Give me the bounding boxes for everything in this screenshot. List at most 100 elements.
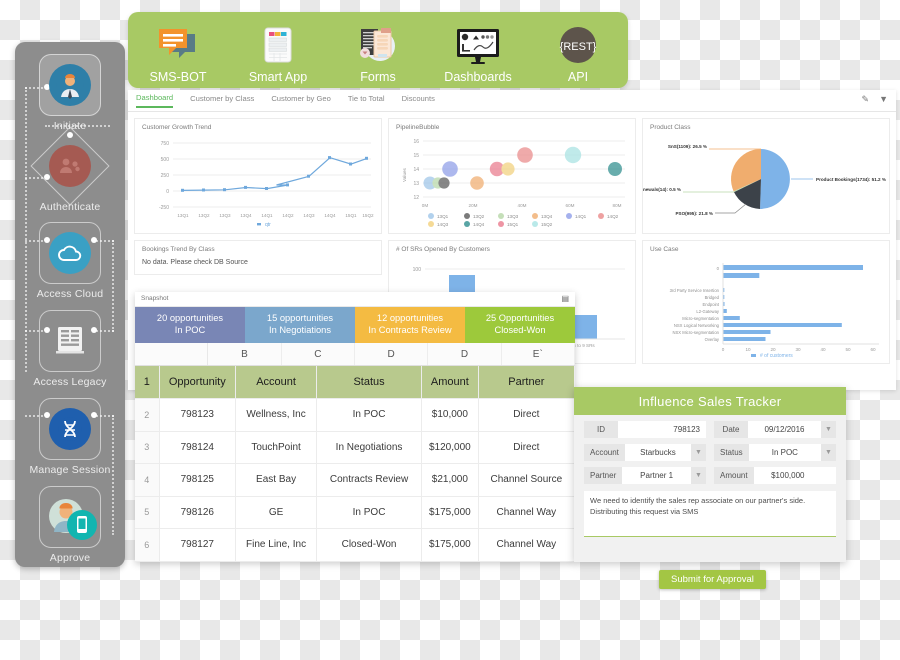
sidebar-item-authenticate[interactable]: Authenticate <box>15 126 125 215</box>
cell-status[interactable]: In POC <box>316 496 423 529</box>
cell-partner[interactable]: Direct <box>478 398 576 432</box>
tab-tie-to-total[interactable]: Tie to Total <box>348 94 385 107</box>
sidebar-item-access-cloud[interactable]: Access Cloud <box>15 222 125 302</box>
cell-status[interactable]: In POC <box>316 398 423 432</box>
nav-item-dashboards[interactable]: Dashboards <box>432 24 524 84</box>
cell-status[interactable]: In Negotiations <box>316 431 423 464</box>
nav-item-label: Smart App <box>248 70 308 84</box>
status-chip-state: In Negotiations <box>268 325 332 335</box>
amount-value[interactable]: $100,000 <box>753 467 822 484</box>
cell-amount[interactable]: $21,000 <box>421 463 479 497</box>
column-letter-d2[interactable]: D <box>428 343 502 365</box>
nav-item-sms-bot[interactable]: SMS-BOT <box>132 24 224 84</box>
svg-text:15Q2: 15Q2 <box>541 222 553 227</box>
cell-account[interactable]: GE <box>235 496 317 529</box>
id-value[interactable]: 798123 <box>618 421 706 438</box>
cell-opportunity[interactable]: 798123 <box>159 398 237 432</box>
cell-amount[interactable]: $10,000 <box>421 398 479 432</box>
filter-icon[interactable]: ▼ <box>879 94 888 105</box>
authenticate-frame <box>30 126 110 206</box>
table-row[interactable]: 3 798124 TouchPoint In Negotiations $120… <box>135 431 576 464</box>
chevron-down-icon[interactable]: ▼ <box>821 444 836 461</box>
export-icon[interactable]: ▤ <box>561 294 569 303</box>
snapshot-title: Snapshot <box>141 295 169 302</box>
svg-text:SnS(1109): 26.5 %: SnS(1109): 26.5 % <box>668 144 707 149</box>
date-value[interactable]: 09/12/2016 <box>748 421 821 438</box>
svg-text:15Q1: 15Q1 <box>345 213 357 218</box>
svg-text:qtr: qtr <box>265 222 271 228</box>
column-letter-c[interactable]: C <box>282 343 355 365</box>
sidebar-item-label: Approve <box>49 552 91 564</box>
cell-account[interactable]: East Bay <box>235 463 317 497</box>
field-account[interactable]: Account Starbucks ▼ <box>584 444 706 461</box>
header-partner: Partner <box>478 366 576 399</box>
users-key-icon <box>49 145 91 187</box>
cell-amount[interactable]: $120,000 <box>421 431 479 464</box>
tab-dashboard[interactable]: Dashboard <box>136 93 174 108</box>
status-chip-in-negotiations[interactable]: 15 opportunities In Negotiations <box>245 307 355 343</box>
svg-text:15Q1: 15Q1 <box>507 222 519 227</box>
sidebar-item-initiate[interactable]: Initiate <box>15 54 125 134</box>
dna-session-icon <box>49 408 91 450</box>
cell-status[interactable]: Closed-Won <box>316 528 423 562</box>
tab-discounts[interactable]: Discounts <box>402 94 435 107</box>
cell-partner[interactable]: Direct <box>478 431 576 464</box>
chevron-down-icon[interactable]: ▼ <box>691 467 706 484</box>
status-chip-count: 20 opportunities <box>156 313 224 324</box>
tab-customer-by-geo[interactable]: Customer by Geo <box>271 94 331 107</box>
column-letter-b[interactable]: B <box>208 343 282 365</box>
field-date[interactable]: Date 09/12/2016 ▼ <box>714 421 836 438</box>
svg-text:Overlay: Overlay <box>705 337 720 342</box>
sidebar-item-access-legacy[interactable]: Access Legacy <box>15 310 125 390</box>
nav-item-api[interactable]: {REST} API <box>532 24 624 84</box>
cell-account[interactable]: Fine Line, Inc <box>235 528 317 562</box>
table-row[interactable]: 2 798123 Wellness, Inc In POC $10,000 Di… <box>135 398 576 432</box>
table-row[interactable]: 5 798126 GE In POC $175,000 Channel Way <box>135 496 576 529</box>
sidebar-item-approve[interactable]: Approve <box>15 486 125 566</box>
cell-partner[interactable]: Channel Source <box>478 463 576 497</box>
cell-opportunity[interactable]: 798127 <box>159 528 237 562</box>
status-chip-in-contracts-review[interactable]: 12 opportunities In Contracts Review <box>355 307 465 343</box>
column-letter-d1[interactable]: D <box>355 343 429 365</box>
cell-account[interactable]: TouchPoint <box>235 431 317 464</box>
tab-customer-by-class[interactable]: Customer by Class <box>190 94 254 107</box>
chart-pipeline-bubble: PipelineBubble 16 15 14 13 12 Values 0M … <box>388 118 636 234</box>
cell-account[interactable]: Wellness, Inc <box>235 398 317 432</box>
field-partner[interactable]: Partner Partner 1 ▼ <box>584 467 706 484</box>
nav-item-label: SMS-BOT <box>149 70 207 84</box>
cell-amount[interactable]: $175,000 <box>421 528 479 562</box>
status-chip-in-poc[interactable]: 20 opportunities In POC <box>135 307 245 343</box>
status-chip-closed-won[interactable]: 25 Opportunities Closed-Won <box>465 307 575 343</box>
header-opportunity: Opportunity <box>159 366 237 399</box>
edit-pencil-icon[interactable]: ✎ <box>862 94 870 105</box>
cell-partner[interactable]: Channel Way <box>478 496 576 529</box>
cell-amount[interactable]: $175,000 <box>421 496 479 529</box>
field-amount[interactable]: Amount $100,000 <box>714 467 836 484</box>
cell-status[interactable]: Contracts Review <box>316 463 423 497</box>
table-row[interactable]: 6 798127 Fine Line, Inc Closed-Won $175,… <box>135 528 576 562</box>
cell-partner[interactable]: Channel Way <box>478 528 576 562</box>
field-status[interactable]: Status In POC ▼ <box>714 444 836 461</box>
chart-title: Use Case <box>650 246 679 253</box>
table-row[interactable]: 4 798125 East Bay Contracts Review $21,0… <box>135 463 576 497</box>
chevron-down-icon[interactable]: ▼ <box>821 421 836 438</box>
account-value[interactable]: Starbucks <box>624 444 691 461</box>
submit-for-approval-button[interactable]: Submit for Approval <box>659 570 766 589</box>
svg-text:14Q4: 14Q4 <box>324 213 336 218</box>
svg-text:30: 30 <box>795 347 801 352</box>
column-letter-e[interactable]: E` <box>502 343 575 365</box>
nav-item-forms[interactable]: Forms <box>332 24 424 84</box>
status-value[interactable]: In POC <box>748 444 821 461</box>
svg-text:14Q2: 14Q2 <box>607 214 619 219</box>
chevron-down-icon[interactable]: ▼ <box>691 444 706 461</box>
nav-item-smart-app[interactable]: Smart App <box>232 24 324 84</box>
field-id[interactable]: ID 798123 <box>584 421 706 438</box>
cell-opportunity[interactable]: 798124 <box>159 431 237 464</box>
column-letters-row: B C D D E` <box>135 343 575 366</box>
cell-opportunity[interactable]: 798126 <box>159 496 237 529</box>
sidebar-item-manage-session[interactable]: Manage Session <box>15 398 125 478</box>
partner-value[interactable]: Partner 1 <box>622 467 691 484</box>
tracker-note-textarea[interactable]: We need to identify the sales rep associ… <box>584 491 836 537</box>
cell-opportunity[interactable]: 798125 <box>159 463 237 497</box>
dashboard-toolbar: ✎ ▼ <box>862 94 888 105</box>
